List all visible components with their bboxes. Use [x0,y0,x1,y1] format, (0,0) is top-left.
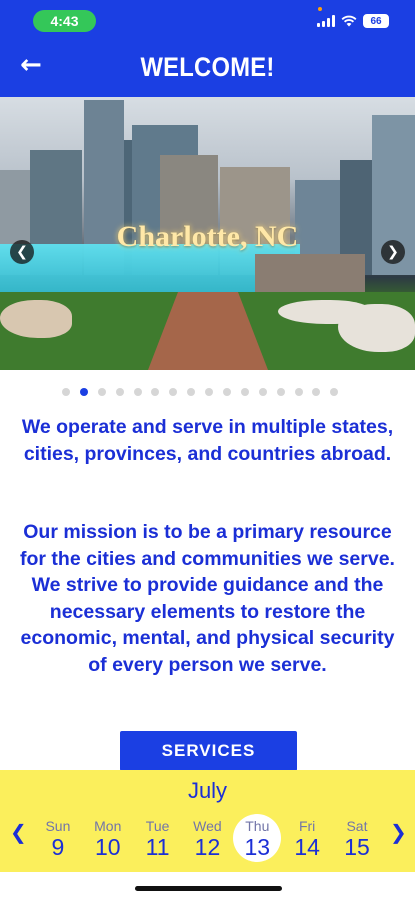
calendar-day-number: 10 [94,834,121,860]
carousel-next-icon[interactable]: ❯ [381,240,405,264]
status-icons: 66 [317,14,389,28]
carousel-dot[interactable] [133,388,142,396]
carousel-prev-icon[interactable]: ❮ [10,240,34,264]
carousel-dot[interactable] [62,388,70,396]
calendar-day-name: Sat [346,818,368,834]
calendar-day-number: 15 [344,834,370,860]
calendar-day-name: Thu [245,818,270,834]
carousel-dot[interactable] [276,388,285,396]
calendar-day[interactable]: Sat 15 [332,814,382,868]
intro-text: We operate and serve in multiple states,… [21,416,394,465]
calendar-day-name: Sun [45,818,71,834]
calendar-month: July [187,778,228,803]
calendar-prev-icon[interactable]: ❮ [10,820,27,844]
carousel-dot[interactable] [294,388,303,396]
calendar-day-number: 13 [244,834,271,860]
hero-carousel[interactable]: Charlotte, NC ❮ ❯ [0,97,415,370]
calendar-day[interactable]: Tue 11 [133,814,183,868]
calendar-day-name: Mon [94,818,122,834]
hero-caption: Charlotte, NC [116,220,299,253]
services-button[interactable]: SERVICES [120,731,297,771]
status-time: 4:43 [33,10,96,32]
battery-icon: 66 [363,14,389,28]
cellular-signal-icon [317,15,335,27]
carousel-dot[interactable] [258,388,267,396]
app-header: 4:43 66 ← WELCOME! [0,0,415,97]
page-title: WELCOME! [140,52,275,82]
week-calendar: July ❮ Sun 9 Mon 10 Tue 11 Wed 12 Thu 13 Fri 14 Sat 1… [0,770,415,872]
carousel-dot[interactable] [205,388,214,396]
carousel-dot[interactable] [223,388,232,396]
calendar-day-number: 12 [194,834,221,860]
carousel-dot[interactable] [240,388,249,396]
carousel-dot[interactable] [115,388,124,396]
calendar-day[interactable]: Fri 14 [282,814,332,868]
calendar-day-number: 9 [51,834,65,860]
carousel-dot[interactable] [79,388,88,396]
calendar-day-number: 11 [145,834,170,860]
carousel-dot[interactable] [97,388,106,396]
carousel-dot[interactable] [330,388,339,396]
calendar-next-icon[interactable]: ❯ [390,820,407,844]
calendar-day-name: Tue [145,818,170,834]
carousel-dot[interactable] [312,388,321,396]
calendar-day-name: Fri [298,818,316,834]
privacy-indicator [318,7,322,11]
calendar-day-number: 14 [294,834,320,860]
calendar-day[interactable]: Thu 13 [232,814,282,868]
carousel-pagination [62,388,339,396]
calendar-day-name: Wed [193,818,222,834]
home-indicator [135,886,282,891]
calendar-days: Sun 9 Mon 10 Tue 11 Wed 12 Thu 13 Fri 14 Sat 15 [33,814,382,868]
carousel-dot[interactable] [187,388,196,396]
wifi-icon [341,15,357,27]
carousel-dot[interactable] [169,388,178,396]
calendar-day[interactable]: Sun 9 [33,814,83,868]
carousel-dot[interactable] [151,388,160,396]
boulder [338,304,415,352]
calendar-day[interactable]: Wed 12 [183,814,233,868]
calendar-day[interactable]: Mon 10 [83,814,133,868]
mission-text: Our mission is to be a primary resource … [20,521,395,676]
boulder [0,300,72,338]
